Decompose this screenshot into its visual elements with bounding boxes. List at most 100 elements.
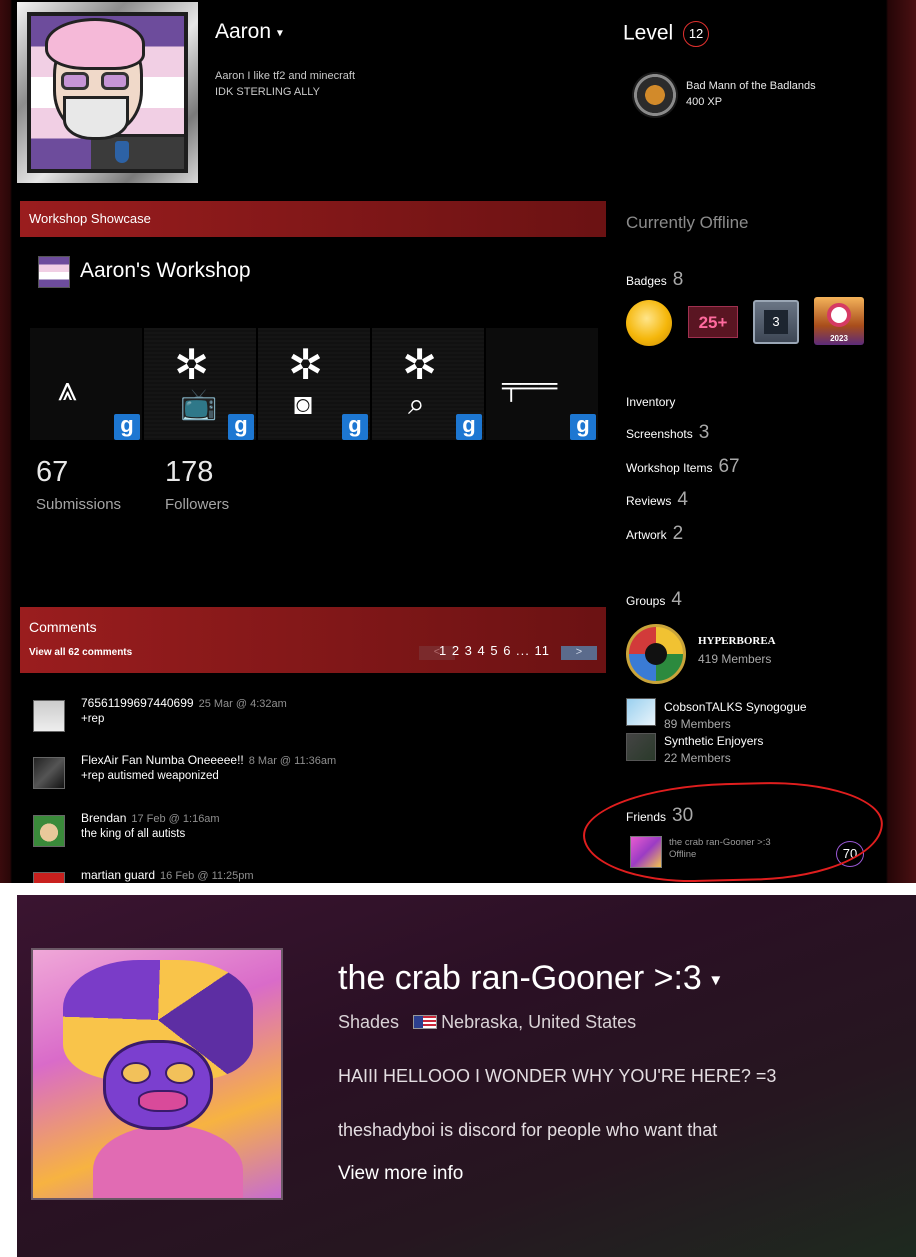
persona-name: the crab ran-Gooner >:3 [338,959,702,997]
group-avatar[interactable] [626,624,686,684]
avatar[interactable] [33,815,65,847]
profile-name[interactable]: Aaron ▾ [215,20,283,44]
crab-profile: the crab ran-Gooner >:3 ▾ Shades Nebraska… [17,895,916,1257]
workshop-item-thumb: ✲ [174,341,210,388]
summary-line: Aaron I like tf2 and minecraft [215,70,356,82]
group-name[interactable]: CobsonTALKS Synogogue [664,700,807,714]
group-members: 419 Members [698,652,772,666]
level-label: Level [623,21,674,45]
gmod-g-icon: g [114,414,140,440]
link-count: 3 [698,422,710,443]
comment-author[interactable]: 76561199697440699 [81,696,194,710]
coin-badge-icon[interactable] [626,300,672,346]
comment-date: 8 Mar @ 11:36am [248,755,337,767]
group-members: 89 Members [664,717,731,731]
workshop-item-thumb: ⩓ [58,370,78,408]
avatar[interactable] [33,700,65,732]
gmod-g-icon: g [570,414,596,440]
summary-line: HAIII HELLOOO I WONDER WHY YOU'RE HERE? … [338,1066,777,1086]
gmod-g-icon: g [342,414,368,440]
workshop-item-thumb: ✲ [402,341,438,388]
link-label: Inventory [626,395,676,409]
group-avatar[interactable] [626,733,656,761]
profile-summary: Aaron I like tf2 and minecraft IDK STERL… [215,68,355,100]
summary-line: IDK STERLING ALLY [215,86,320,98]
chevron-down-icon[interactable]: ▾ [711,970,720,990]
groups-count: 4 [671,589,682,610]
link-count: 2 [672,523,684,544]
followers-label: Followers [165,496,230,513]
chevron-down-icon[interactable]: ▾ [277,25,283,39]
avatar[interactable] [31,948,283,1200]
group-name[interactable]: HYPERBOREA [698,635,776,647]
location-text: Nebraska, United States [441,1012,637,1032]
badges-count: 8 [672,269,684,290]
comment-date: 16 Feb @ 11:25pm [160,870,254,882]
pagination-pages[interactable]: 1 2 3 4 5 6 ... 11 [439,643,550,658]
steam-2023-badge-icon[interactable]: 2023 [814,297,864,345]
profile-level: Level 12 [623,21,710,47]
aaron-profile: Aaron ▾ Aaron I like tf2 and minecraft I… [0,0,916,883]
workshop-item[interactable]: ╤══ g [486,328,598,440]
workshop-item-thumb: ✲ [288,341,324,388]
reviews-link[interactable]: Reviews 4 [626,489,688,511]
page-numbers[interactable]: 1 2 3 4 5 6 ... 11 [439,643,550,658]
artwork-link[interactable]: Artwork 2 [626,523,683,545]
profile-name[interactable]: the crab ran-Gooner >:3 ▾ [338,959,720,998]
group-name[interactable]: Synthetic Enjoyers [664,734,763,748]
us-flag-icon [413,1015,438,1029]
link-count: 4 [677,489,688,510]
medal-icon [115,141,129,163]
group-members: 22 Members [664,751,731,765]
comment-date: 25 Mar @ 4:32am [198,698,287,710]
summary-line: theshadyboi is discord for people who wa… [338,1120,718,1140]
avatar[interactable] [33,872,65,883]
section-title: Workshop Showcase [29,211,151,226]
workshop-item[interactable]: ✲ 📺 g [144,328,256,440]
badges-label: Badges [626,274,667,288]
xp-badge-name: Bad Mann of the Badlands [686,80,816,92]
rifle-icon: ╤══ [502,370,558,400]
followers-count[interactable]: 178 [165,456,213,489]
persona-name: Aaron [215,20,272,43]
level-badge-icon[interactable]: 3 [753,300,799,344]
comment-author[interactable]: martian guard [81,868,155,882]
comment-author[interactable]: FlexAir Fan Numba Oneeeee!! [81,753,244,767]
workshop-item[interactable]: ✲ ◙ g [258,328,370,440]
badges-link[interactable]: Badges 8 [626,269,683,291]
workshop-item[interactable]: ⩓ g [30,328,142,440]
link-label: Screenshots [626,427,693,441]
screenshots-link[interactable]: Screenshots 3 [626,422,709,444]
workshop-item[interactable]: ✲ ⌕ g [372,328,484,440]
view-all-comments-link[interactable]: View all 62 comments [29,647,132,658]
group-avatar[interactable] [626,698,656,726]
profile-avatar-frame[interactable] [17,2,198,183]
groups-label: Groups [626,594,666,608]
years-badge-icon[interactable]: 25+ [688,306,738,338]
link-label: Artwork [626,528,667,542]
profile-location: Shades Nebraska, United States [338,1012,636,1033]
groups-link[interactable]: Groups 4 [626,589,682,611]
workshop-title[interactable]: Aaron's Workshop [80,259,251,283]
next-page-button[interactable]: > [561,646,597,660]
view-more-info-link[interactable]: View more info [338,1163,463,1185]
xp-badge-icon[interactable] [632,72,678,118]
link-count: 67 [718,456,740,477]
comment-text: +rep [81,713,105,725]
avatar [31,16,184,169]
red-circle-annotation [581,779,885,883]
level-badge[interactable]: 12 [683,21,710,47]
workshop-items-link[interactable]: Workshop Items 67 [626,456,740,478]
gmod-g-icon: g [456,414,482,440]
link-label: Reviews [626,494,672,508]
badge-year: 2023 [830,334,848,343]
workshop-avatar-icon [38,256,70,288]
submissions-count[interactable]: 67 [36,456,68,489]
avatar[interactable] [33,757,65,789]
xp-badge-value: 400 XP [686,96,723,108]
comment-author[interactable]: Brendan [81,811,126,825]
inventory-link[interactable]: Inventory [626,395,675,409]
comment-text: the king of all autists [81,828,186,840]
tv-icon: 📺 [180,388,218,421]
camera-icon: ⌕ [408,388,425,421]
